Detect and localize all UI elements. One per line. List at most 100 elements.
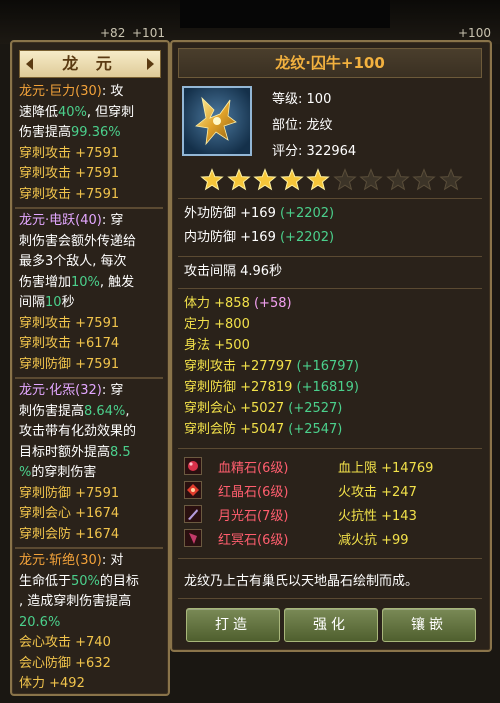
- enhance-button[interactable]: 强化: [284, 608, 378, 642]
- red-crystal-gem-icon: [184, 481, 202, 499]
- stat-line: 穿刺防御 +7591: [19, 356, 120, 372]
- inlay-button[interactable]: 镶嵌: [382, 608, 476, 642]
- pct-value: 20.6%: [19, 614, 61, 630]
- gem-row[interactable]: 红晶石(6级) 火攻击 +247: [184, 480, 484, 500]
- attr-row: 穿刺会防 +5047 (+2547): [184, 420, 342, 441]
- arrow-right-icon[interactable]: [147, 58, 154, 70]
- gem-row[interactable]: 月光石(7级) 火抗性 +143: [184, 504, 484, 524]
- section-2-name: 龙元·电跃(40): [19, 213, 102, 228]
- stat-line: 穿刺攻击 +7591: [19, 166, 120, 181]
- score-label: 评分:: [272, 144, 303, 159]
- text: 伤害增加: [19, 274, 72, 290]
- attr-row: 穿刺防御 +27819 (+16819): [184, 378, 359, 399]
- seconds-value: 10: [45, 295, 62, 310]
- section-4-name: 龙元·斩绝(30): [19, 553, 102, 568]
- pct-value: 99.36%: [71, 125, 121, 140]
- stat-line: 穿刺会防 +1674: [19, 526, 120, 542]
- section-1-head-tail: : 攻: [101, 84, 124, 99]
- stat-line: 会心攻击 +740: [19, 635, 111, 650]
- attr-bonus: (+16797): [296, 359, 359, 374]
- star-filled-icon: [279, 168, 304, 192]
- attr-text: 身法 +500: [184, 338, 250, 353]
- slot-row: 部位: 龙纹: [272, 114, 333, 133]
- panel-title-text: 龙 元: [62, 54, 118, 73]
- top-dark-area: [180, 0, 390, 28]
- stat-line: 会心防御 +632: [19, 655, 111, 671]
- attr-text: 穿刺攻击 +27797: [184, 359, 293, 374]
- attr-row: 体力 +858 (+58): [184, 294, 292, 315]
- level-value: 100: [306, 92, 332, 107]
- item-name: 龙纹·囚牛: [275, 54, 341, 72]
- divider: [15, 547, 163, 549]
- attr-text: 穿刺会心 +5027: [184, 401, 285, 416]
- score-row: 评分: 322964: [272, 140, 356, 159]
- section-1-name: 龙元·巨力(30): [19, 84, 102, 99]
- gem-name: 红冥石(6级): [218, 533, 289, 548]
- pct-value: 10%: [71, 274, 100, 290]
- text: ,: [125, 403, 130, 419]
- item-title: 龙纹·囚牛+100: [178, 48, 482, 78]
- divider: [178, 256, 482, 257]
- pct-value: %: [19, 465, 32, 480]
- defense-text: 外功防御 +169: [184, 206, 276, 221]
- text: 最多3个敌人, 每次: [19, 254, 127, 269]
- star-empty-icon: [332, 168, 357, 192]
- text: 刺伤害提高: [19, 403, 85, 419]
- star-filled-icon: [226, 168, 251, 192]
- attr-text: 穿刺会防 +5047: [184, 422, 285, 437]
- section-3-head-tail: : 穿: [101, 383, 124, 398]
- dragon-pattern-item-icon[interactable]: [182, 86, 252, 156]
- divider: [15, 207, 163, 209]
- attack-interval: 攻击间隔 4.96秒: [184, 264, 283, 279]
- top-value-left: +82: [100, 26, 126, 40]
- divider: [15, 377, 163, 379]
- blood-essence-gem-icon: [184, 457, 202, 475]
- star-empty-icon: [359, 168, 383, 192]
- attr-text: 定力 +800: [184, 317, 250, 332]
- pct-value: 8.64%: [84, 403, 126, 419]
- stat-line: 穿刺攻击 +6174: [19, 336, 120, 351]
- red-dark-gem-icon: [184, 529, 202, 547]
- stat-line: 体力 +492: [19, 676, 85, 691]
- item-detail-panel: 龙纹·囚牛+100 等级: 100 部位: 龙纹 评分: 322964 外功防御…: [170, 40, 492, 652]
- star-empty-icon: [385, 168, 410, 192]
- text: 的穿刺伤害: [31, 465, 97, 480]
- attr-bonus: (+58): [253, 296, 292, 311]
- star-empty-icon: [412, 168, 436, 192]
- text: 伤害提高: [19, 125, 72, 140]
- essence-section-3: 龙元·化炁(32): 穿 刺伤害提高8.64%, 攻击带有化劲效果的 目标时额外…: [19, 381, 161, 545]
- dragon-essence-panel: 龙 元 龙元·巨力(30): 攻 速降低40%, 但穿刺 伤害提高99.36% …: [10, 40, 170, 696]
- pct-value: 40%: [58, 104, 87, 120]
- text: 目标时额外提高: [19, 444, 111, 460]
- attr-text: 体力 +858: [184, 296, 250, 311]
- defense-bonus: (+2202): [279, 230, 335, 245]
- text: , 造成穿刺伤害提高: [19, 594, 132, 609]
- text: 生命低于: [19, 573, 72, 589]
- attr-bonus: (+2547): [288, 422, 343, 437]
- arrow-left-icon[interactable]: [26, 58, 33, 70]
- text: 秒: [61, 295, 75, 310]
- moonlight-gem-icon: [184, 505, 202, 523]
- essence-section-2: 龙元·电跃(40): 穿 刺伤害会额外传递给 最多3个敌人, 每次 伤害增加10…: [19, 211, 161, 375]
- level-label: 等级:: [272, 92, 303, 107]
- forge-button[interactable]: 打造: [186, 608, 280, 642]
- text: , 但穿刺: [86, 104, 135, 120]
- text: 攻击带有化劲效果的: [19, 424, 137, 439]
- gem-row[interactable]: 血精石(6级) 血上限 +14769: [184, 456, 484, 476]
- score-value: 322964: [306, 144, 357, 159]
- top-value-mid: +101: [132, 26, 165, 40]
- gem-attr: 火攻击 +247: [338, 485, 417, 500]
- text: 的目标: [99, 573, 139, 589]
- stat-line: 穿刺攻击 +7591: [19, 315, 120, 331]
- top-bar-background: +82 +101 +100: [0, 0, 500, 44]
- divider: [178, 448, 482, 449]
- item-description: 龙纹乃上古有巢氏以天地晶石绘制而成。: [184, 574, 419, 589]
- section-2-head-tail: : 穿: [101, 213, 124, 228]
- star-filled-icon: [253, 168, 277, 192]
- level-row: 等级: 100: [272, 88, 331, 107]
- defense-row: 内功防御 +169 (+2202): [184, 228, 334, 249]
- divider: [178, 198, 482, 199]
- attr-row: 穿刺攻击 +27797 (+16797): [184, 357, 359, 378]
- text: , 触发: [99, 274, 135, 290]
- gem-row[interactable]: 红冥石(6级) 减火抗 +99: [184, 528, 484, 548]
